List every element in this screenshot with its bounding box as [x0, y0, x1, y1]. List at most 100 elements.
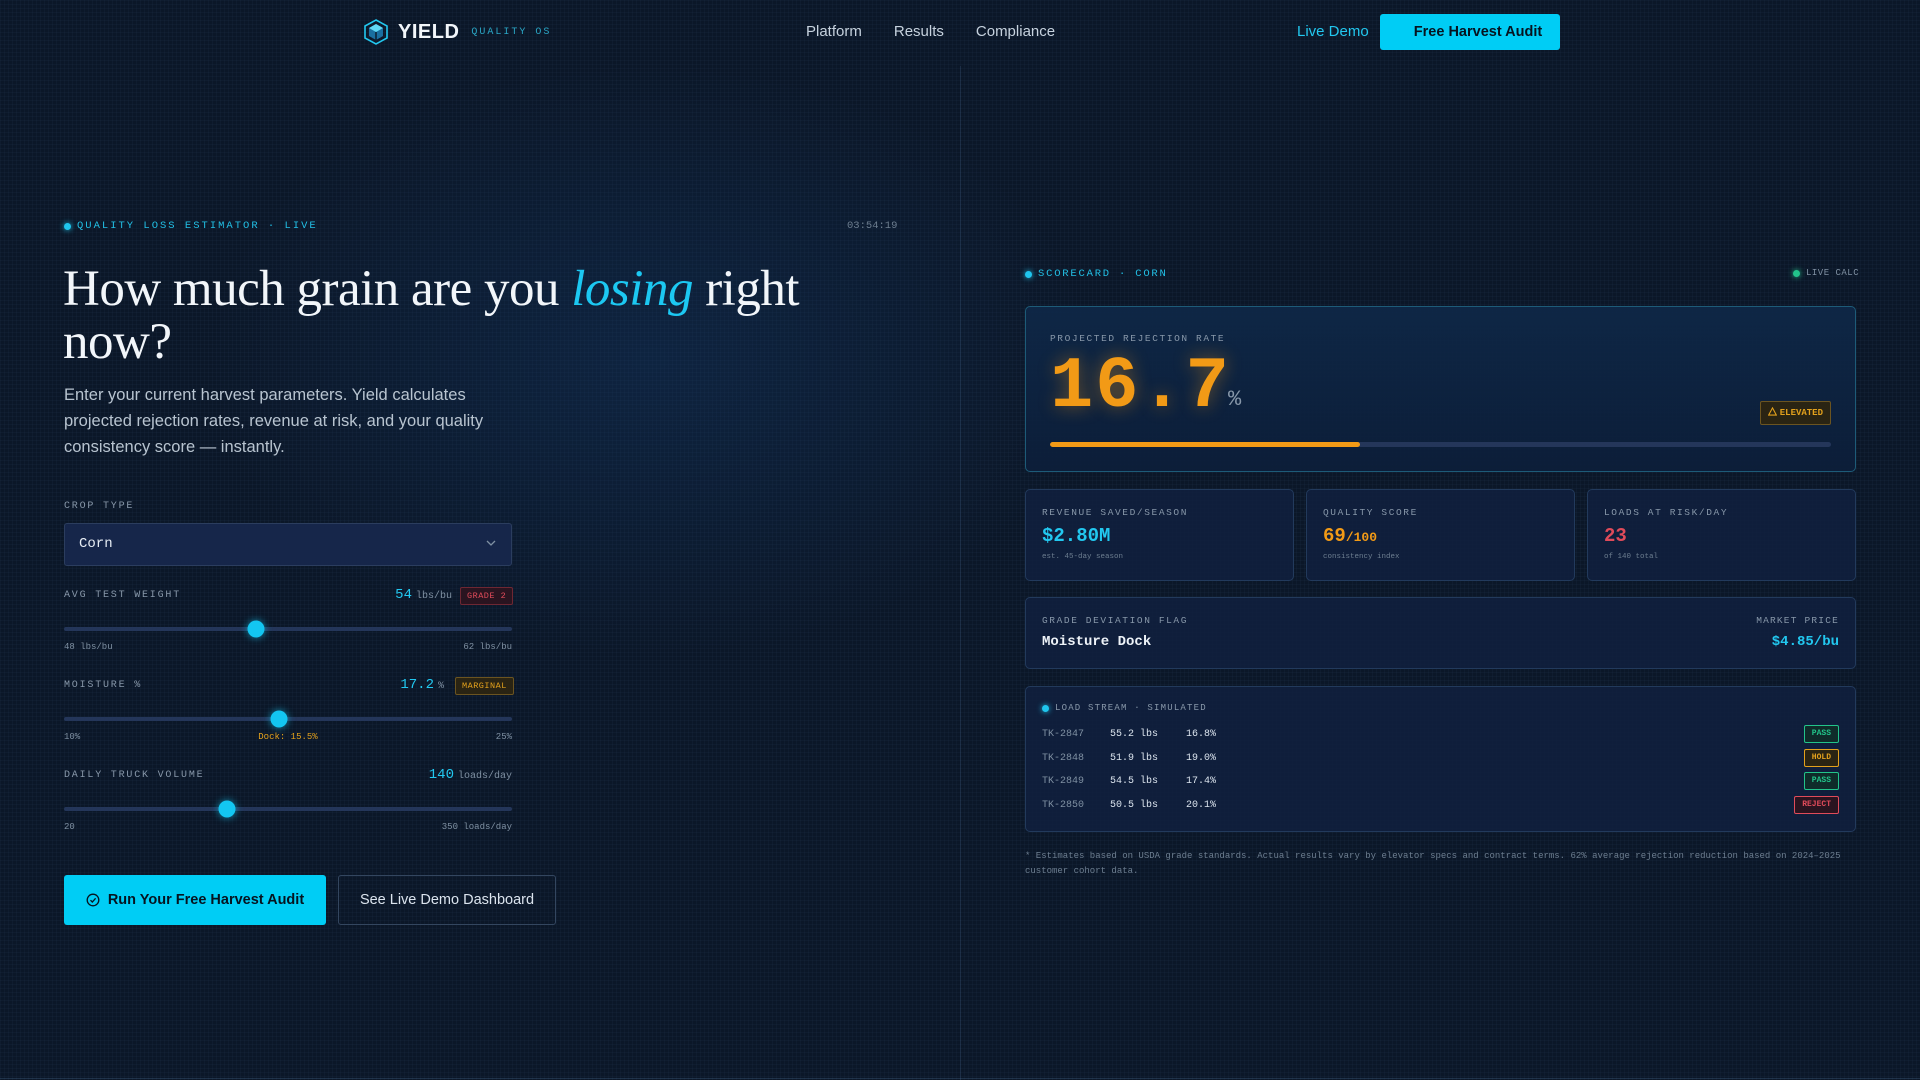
- footer-divider: [0, 1078, 1920, 1079]
- truck-moisture: 20.1%: [1186, 800, 1217, 811]
- truck-id: TK-2847: [1042, 729, 1085, 740]
- rejection-rate-label: PROJECTED REJECTION RATE: [1050, 333, 1226, 344]
- crop-type-select[interactable]: Corn: [64, 523, 512, 566]
- yield-logo-icon: [364, 19, 388, 45]
- grade-deviation-card: GRADE DEVIATION FLAG Moisture Dock MARKE…: [1025, 597, 1856, 669]
- truck-volume-min: 20: [64, 822, 75, 832]
- grade-deviation-value: Moisture Dock: [1042, 634, 1152, 650]
- moisture-slider-thumb[interactable]: [270, 710, 288, 728]
- moisture-label: MOISTURE %: [64, 680, 143, 691]
- rejection-rate-bar: [1050, 442, 1831, 447]
- moisture-max: 25%: [495, 732, 512, 742]
- crop-type-value: Corn: [79, 536, 113, 552]
- test-weight-label: AVG TEST WEIGHT: [64, 590, 182, 601]
- brand-name: YIELD: [398, 20, 460, 43]
- quality-suffix: /100: [1345, 530, 1378, 545]
- moisture-dock-marker: Dock: 15.5%: [258, 732, 318, 742]
- nav-link-platform[interactable]: Platform: [806, 23, 862, 40]
- live-clock: 03:54:19: [847, 220, 898, 232]
- scorecard-dot-icon: [1025, 270, 1032, 278]
- quality-label: QUALITY SCORE: [1323, 507, 1418, 518]
- test-weight-max: 62 lbs/bu: [463, 642, 512, 652]
- headline-pre: How much grain are you: [63, 261, 572, 317]
- stream-dot-icon: [1042, 704, 1049, 712]
- warning-triangle-icon: [1767, 406, 1778, 416]
- test-weight-slider[interactable]: [64, 620, 512, 638]
- truck-volume-max: 350 loads/day: [441, 822, 512, 832]
- table-row: TK-2849 54.5 lbs 17.4% PASS: [1042, 772, 1839, 792]
- truck-volume-slider[interactable]: [64, 800, 512, 818]
- test-weight-value: 54 lbs/bu: [360, 587, 452, 603]
- status-badge: HOLD: [1803, 749, 1839, 767]
- column-divider: [960, 66, 961, 1080]
- hero-description: Enter your current harvest parameters. Y…: [64, 386, 484, 456]
- table-row: TK-2850 50.5 lbs 20.1% REJECT: [1042, 796, 1839, 816]
- top-nav: YIELD QUALITY OS Platform Results Compli…: [0, 0, 1920, 64]
- nav-link-results[interactable]: Results: [894, 23, 944, 40]
- footnote: * Estimates based on USDA grade standard…: [1025, 851, 1841, 876]
- scorecard-kicker-text: SCORECARD · CORN: [1038, 268, 1168, 280]
- truck-volume-slider-thumb[interactable]: [218, 800, 236, 818]
- test-weight-number: 54: [395, 587, 412, 603]
- brand-tagline: QUALITY OS: [471, 26, 552, 38]
- status-badge: PASS: [1803, 725, 1839, 743]
- test-weight-unit: lbs/bu: [415, 591, 452, 602]
- truck-volume-label: DAILY TRUCK VOLUME: [64, 770, 205, 781]
- truck-id: TK-2849: [1042, 776, 1085, 787]
- load-stream-label: LOAD STREAM · SIMULATED: [1055, 703, 1207, 713]
- rejection-rate-value: 16.7: [1050, 346, 1231, 428]
- test-weight-min: 48 lbs/bu: [64, 642, 113, 652]
- load-stream-header: LOAD STREAM · SIMULATED: [1042, 703, 1207, 713]
- live-calc-text: LIVE CALC: [1806, 268, 1860, 278]
- nav-links: Platform Results Compliance: [806, 23, 1055, 40]
- moisture-min: 10%: [64, 732, 81, 742]
- estimator-kicker: QUALITY LOSS ESTIMATOR · LIVE: [64, 220, 318, 232]
- test-weight-slider-thumb[interactable]: [247, 620, 265, 638]
- crop-type-label: CROP TYPE: [64, 501, 135, 512]
- truck-id: TK-2848: [1042, 753, 1085, 764]
- headline-accent: losing: [571, 261, 693, 317]
- estimator-kicker-text: QUALITY LOSS ESTIMATOR · LIVE: [77, 220, 318, 232]
- rejection-rate-bar-fill: [1050, 442, 1361, 447]
- elevated-badge-text: ELEVATED: [1779, 408, 1823, 418]
- loads-sub: of 140 total: [1604, 553, 1659, 561]
- rejection-rate-unit: %: [1228, 387, 1242, 412]
- quality-number: 69: [1323, 525, 1346, 547]
- status-badge: PASS: [1803, 772, 1839, 790]
- revenue-value: $2.80M: [1042, 525, 1111, 547]
- stat-card-quality: QUALITY SCORE 69/100 consistency index: [1306, 489, 1575, 581]
- truck-moisture: 19.0%: [1186, 753, 1217, 764]
- truck-weight: 51.9 lbs: [1110, 753, 1159, 764]
- stat-card-revenue: REVENUE SAVED/SEASON $2.80M est. 45-day …: [1025, 489, 1294, 581]
- truck-weight: 50.5 lbs: [1110, 800, 1159, 811]
- live-dot-icon: [64, 222, 71, 230]
- quality-value: 69/100: [1323, 525, 1377, 547]
- truck-moisture: 17.4%: [1186, 776, 1217, 787]
- scorecard-kicker: SCORECARD · CORN: [1025, 268, 1168, 280]
- quality-sub: consistency index: [1323, 553, 1400, 561]
- free-harvest-audit-button[interactable]: Free Harvest Audit: [1380, 14, 1560, 50]
- nav-link-compliance[interactable]: Compliance: [976, 23, 1055, 40]
- moisture-number: 17.2: [400, 677, 434, 693]
- grade-deviation-label: GRADE DEVIATION FLAG: [1042, 615, 1189, 626]
- grade-badge: GRADE 2: [460, 587, 514, 605]
- truck-volume-value: 140 loads/day: [362, 767, 512, 783]
- loads-label: LOADS AT RISK/DAY: [1604, 507, 1729, 518]
- truck-weight: 55.2 lbs: [1110, 729, 1159, 740]
- moisture-unit: %: [437, 681, 444, 692]
- table-row: TK-2847 55.2 lbs 16.8% PASS: [1042, 725, 1839, 745]
- elevated-badge: ELEVATED: [1759, 401, 1831, 425]
- run-free-harvest-audit-button[interactable]: Run Your Free Harvest Audit: [64, 875, 326, 925]
- live-calc-dot-icon: [1793, 269, 1800, 277]
- revenue-label: REVENUE SAVED/SEASON: [1042, 507, 1189, 518]
- market-price-value: $4.85/bu: [1771, 634, 1839, 650]
- rejection-rate-card: PROJECTED REJECTION RATE 16.7 % ELEVATED: [1025, 306, 1856, 472]
- status-badge: REJECT: [1794, 796, 1839, 814]
- moisture-slider[interactable]: [64, 710, 512, 728]
- moisture-value: 17.2%: [360, 677, 444, 693]
- table-row: TK-2848 51.9 lbs 19.0% HOLD: [1042, 749, 1839, 769]
- load-stream-card: LOAD STREAM · SIMULATED TK-2847 55.2 lbs…: [1025, 686, 1856, 832]
- brand-logo[interactable]: YIELD QUALITY OS: [363, 19, 551, 45]
- live-demo-link[interactable]: Live Demo: [1297, 23, 1369, 40]
- see-live-demo-button[interactable]: See Live Demo Dashboard: [338, 875, 556, 925]
